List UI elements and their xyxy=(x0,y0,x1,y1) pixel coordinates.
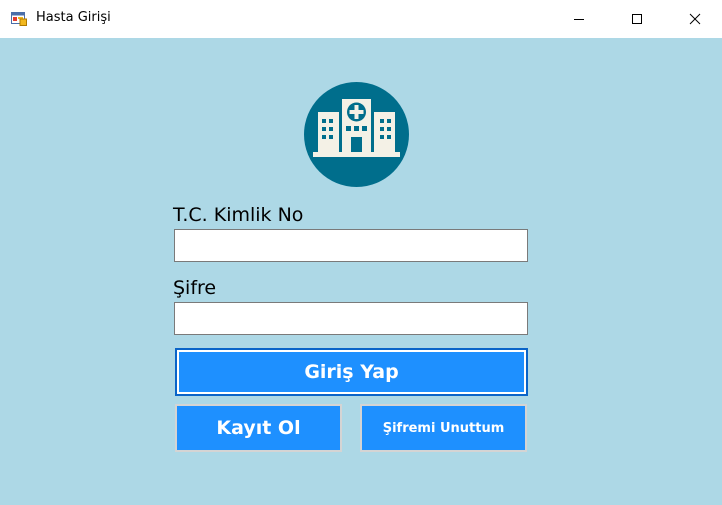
maximize-icon xyxy=(632,14,642,24)
login-form: T.C. Kimlik No Şifre Giriş Yap Kayıt Ol … xyxy=(0,38,722,505)
password-label: Şifre xyxy=(173,277,217,299)
title-bar: Hasta Girişi xyxy=(0,0,722,38)
hospital-building-icon xyxy=(304,82,409,187)
minimize-button[interactable] xyxy=(556,0,602,38)
password-input[interactable] xyxy=(174,302,528,335)
close-button[interactable] xyxy=(672,0,718,38)
tc-kimlik-input[interactable] xyxy=(174,229,528,262)
minimize-icon xyxy=(574,19,584,20)
window-title: Hasta Girişi xyxy=(36,10,111,25)
app-icon xyxy=(11,12,27,26)
forgot-password-button[interactable]: Şifremi Unuttum xyxy=(360,404,527,452)
tc-kimlik-label: T.C. Kimlik No xyxy=(173,204,304,226)
login-button[interactable]: Giriş Yap xyxy=(175,348,528,396)
close-icon xyxy=(689,13,701,25)
maximize-button[interactable] xyxy=(614,0,660,38)
register-button[interactable]: Kayıt Ol xyxy=(175,404,342,452)
